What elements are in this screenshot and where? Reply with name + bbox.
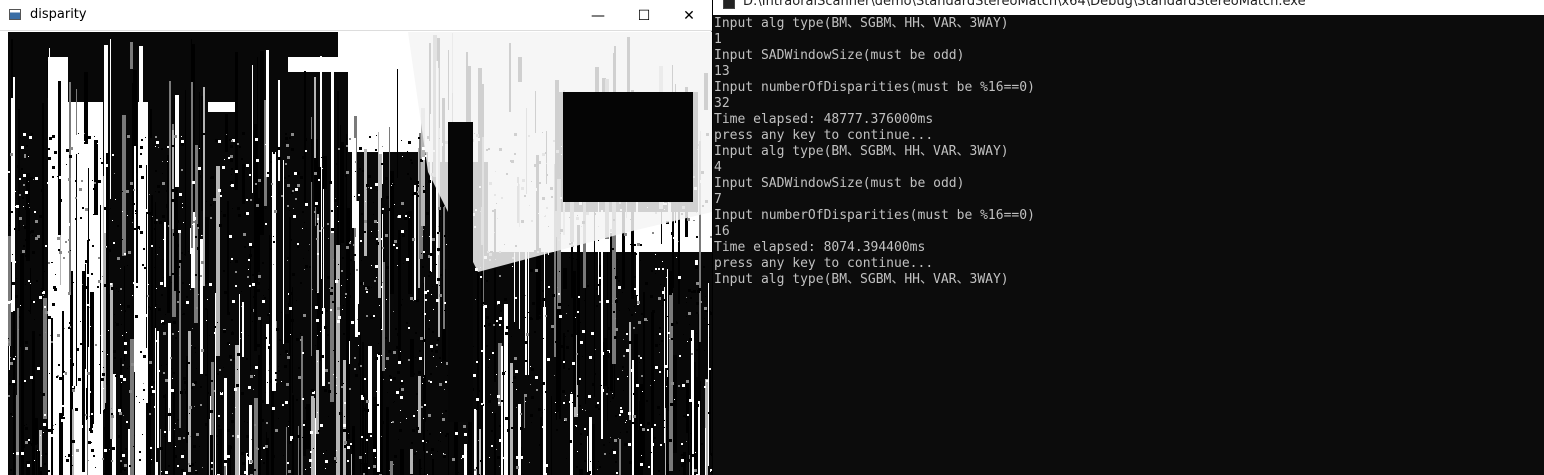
console-line: press any key to continue... — [714, 256, 934, 271]
maximize-icon: ☐ — [637, 7, 651, 24]
console-line: 32 — [714, 96, 730, 111]
console-line: 7 — [714, 192, 722, 207]
console-line: press any key to continue... — [714, 128, 934, 143]
disparity-window: disparity — ☐ ✕ — [0, 0, 712, 475]
console-line: 13 — [714, 64, 730, 79]
minimize-icon: — — [591, 7, 605, 24]
close-icon: ✕ — [683, 7, 695, 24]
console-line: 16 — [714, 224, 730, 239]
console-output[interactable]: Input alg type(BM、SGBM、HH、VAR、3WAY) 1 Inpu… — [714, 16, 1542, 472]
console-app-icon — [723, 0, 735, 9]
console-line: 1 — [714, 32, 722, 47]
window-app-icon — [9, 9, 21, 20]
close-button[interactable]: ✕ — [666, 0, 712, 31]
console-window-title: D:\IntraoralScanner\demo\StandardStereoM… — [743, 0, 1306, 9]
console-line: Input alg type(BM、SGBM、HH、VAR、3WAY) — [714, 16, 1009, 31]
console-line: Input numberOfDisparities(must be %16==0… — [714, 208, 1035, 223]
console-line: 4 — [714, 160, 722, 175]
console-title-bar[interactable]: D:\IntraoralScanner\demo\StandardStereoM… — [713, 0, 1544, 15]
console-line: Input SADWindowSize(must be odd) — [714, 176, 965, 191]
disparity-title-bar[interactable]: disparity — ☐ ✕ — [0, 0, 712, 31]
maximize-button[interactable]: ☐ — [621, 0, 667, 31]
console-line: Input alg type(BM、SGBM、HH、VAR、3WAY) — [714, 144, 1009, 159]
console-window: D:\IntraoralScanner\demo\StandardStereoM… — [713, 0, 1544, 475]
minimize-button[interactable]: — — [575, 0, 621, 31]
console-line: Input numberOfDisparities(must be %16==0… — [714, 80, 1035, 95]
console-line: Input alg type(BM、SGBM、HH、VAR、3WAY) — [714, 272, 1009, 287]
console-line: Time elapsed: 48777.376000ms — [714, 112, 934, 127]
disparity-window-title: disparity — [30, 7, 87, 22]
console-line: Input SADWindowSize(must be odd) — [714, 48, 965, 63]
console-line: Time elapsed: 8074.394400ms — [714, 240, 926, 255]
disparity-map-image — [8, 32, 712, 475]
